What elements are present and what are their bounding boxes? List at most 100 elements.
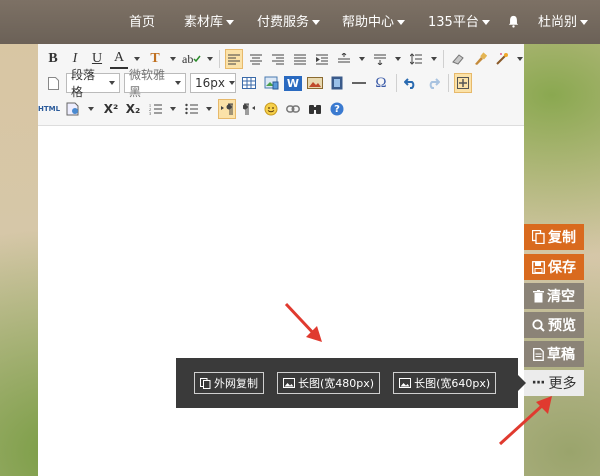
font-color-label: A [113,50,125,65]
toolbar-row-2: 段落格 微软雅黑 16px W Ω [44,68,476,99]
link-icon[interactable] [284,99,302,119]
chevron-down-icon[interactable] [359,57,366,61]
long-image-640-button[interactable]: 长图(宽640px) [393,372,497,394]
chevron-down-icon[interactable] [431,57,438,61]
editor-toolbar: B I U A T ab 段落格 微软雅黑 16px W Ω HTML X² X… [38,44,524,126]
magic-wand-icon[interactable] [493,49,511,69]
check-icon [193,55,201,63]
find-replace-icon[interactable] [306,99,324,119]
nav-paid-services-label: 付费服务 [257,15,310,30]
preview-button[interactable]: 预览 [524,312,584,338]
nav-home[interactable]: 首页 [129,0,155,44]
subscript-button[interactable]: X₂ [124,99,142,119]
template-icon[interactable] [64,99,82,119]
nav-135-platform[interactable]: 135平台 [428,0,490,44]
spellcheck-button[interactable]: ab [182,49,201,69]
eraser-icon[interactable] [449,49,467,69]
special-character-icon[interactable]: Ω [372,73,390,93]
chevron-down-icon [397,20,406,25]
chevron-down-icon [229,81,235,85]
paragraph-format-select[interactable]: 段落格 [66,68,120,99]
copy-button[interactable]: 复制 [524,224,584,250]
nav-help-center-label: 帮助中心 [342,15,395,30]
more-dots-icon: ··· [531,375,546,391]
nav-home-label: 首页 [129,15,156,30]
chevron-down-icon[interactable] [134,57,140,61]
chevron-down-icon[interactable] [206,107,213,111]
chevron-down-icon[interactable] [88,107,95,111]
video-icon[interactable] [328,73,346,93]
align-justify-icon[interactable] [291,49,309,69]
word-badge-label: W [286,76,300,90]
font-family-select[interactable]: 微软雅黑 [124,68,186,99]
undo-icon[interactable] [402,73,420,93]
spacing-below-icon[interactable] [371,49,389,69]
editor-content-area[interactable] [38,126,524,476]
indent-icon[interactable] [313,49,331,69]
font-size-select[interactable]: 16px [190,73,236,93]
font-color-button[interactable]: A [110,49,128,69]
horizontal-rule-icon[interactable] [350,73,368,93]
table-icon[interactable] [240,73,258,93]
font-family-value: 微软雅黑 [129,68,166,99]
nav-135-platform-label: 135平台 [428,15,479,30]
redo-icon[interactable] [424,73,442,93]
chevron-down-icon[interactable] [517,57,524,61]
draft-label: 草稿 [547,347,575,363]
emoji-icon[interactable] [262,99,280,119]
nav-material-library[interactable]: 素材库 [184,0,235,44]
omega-label: Ω [375,74,387,91]
paragraph-spacing-icon[interactable] [335,49,353,69]
chevron-down-icon[interactable] [395,57,402,61]
toolbar-row-3: HTML X² X₂ 123 ? [38,96,350,122]
align-left-icon[interactable] [225,49,244,69]
rtl-direction-icon[interactable] [240,99,258,119]
long-image-640-label: 长图(宽640px) [414,377,491,390]
align-center-icon[interactable] [247,49,265,69]
nav-help-center[interactable]: 帮助中心 [342,0,406,44]
new-document-icon[interactable] [44,73,62,93]
unordered-list-icon[interactable] [182,99,200,119]
html-label: HTML [38,105,61,113]
line-height-icon[interactable] [407,49,425,69]
long-image-480-button[interactable]: 长图(宽480px) [277,372,381,394]
clear-button[interactable]: 清空 [524,283,584,309]
more-options-popup: 外网复制 长图(宽480px) 长图(宽640px) [176,358,526,408]
nav-user-menu[interactable]: 杜尚别 [538,0,589,44]
ltr-direction-icon[interactable] [218,99,237,119]
draft-button[interactable]: 草稿 [524,341,584,367]
image-gallery-icon[interactable] [262,73,280,93]
nav-user-name: 杜尚别 [538,15,578,30]
paragraph-format-value: 段落格 [71,68,96,99]
external-copy-button[interactable]: 外网复制 [194,372,264,394]
format-painter-icon[interactable] [471,49,489,69]
chevron-down-icon[interactable] [170,57,176,61]
nav-paid-services[interactable]: 付费服务 [257,0,321,44]
bold-button[interactable]: B [44,49,62,69]
bg-color-label: T [150,51,160,66]
subscript-label: X₂ [125,102,141,116]
insert-image-icon[interactable] [306,73,324,93]
top-nav: 首页 素材库 付费服务 帮助中心 135平台 杜尚别 [0,0,600,44]
ordered-list-icon[interactable]: 123 [146,99,164,119]
word-import-icon[interactable]: W [284,75,302,91]
toolbar-divider [219,50,221,68]
chevron-down-icon[interactable] [170,107,177,111]
toolbar-divider [448,74,449,92]
bell-icon[interactable] [507,15,520,28]
html-source-icon[interactable]: HTML [38,99,60,119]
toolbar-divider [443,50,445,68]
insert-block-icon[interactable] [454,73,472,93]
help-icon[interactable]: ? [328,99,346,119]
chevron-down-icon [312,20,321,25]
clear-label: 清空 [547,289,575,305]
document-icon [533,347,544,361]
image-icon [283,378,295,388]
chevron-down-icon [226,20,235,25]
save-button[interactable]: 保存 [524,254,584,280]
chevron-down-icon[interactable] [207,57,214,61]
superscript-button[interactable]: X² [102,99,120,119]
align-right-icon[interactable] [269,49,287,69]
copy-label: 复制 [548,230,576,246]
long-image-480-label: 长图(宽480px) [298,377,375,390]
